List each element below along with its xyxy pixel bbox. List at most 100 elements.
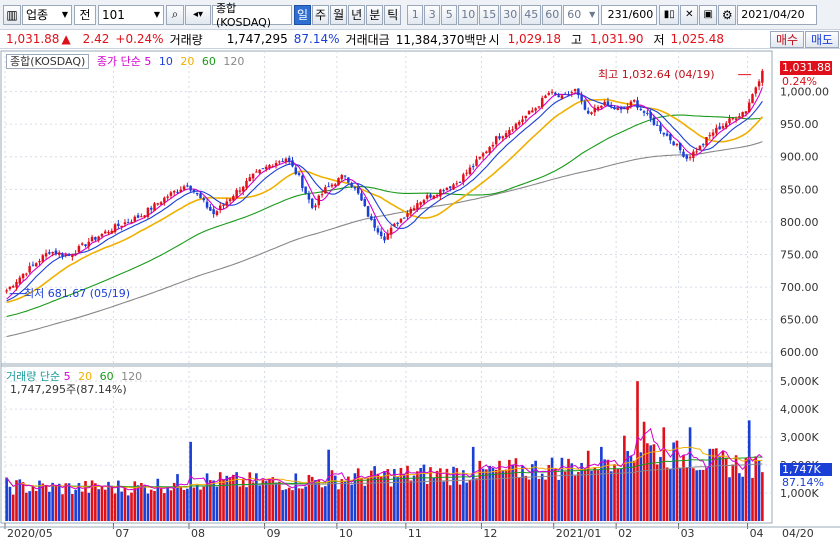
- search-icon[interactable]: ⌕: [166, 4, 184, 25]
- volume-bar: [251, 482, 255, 521]
- bar-count-value: 231: [607, 8, 629, 21]
- candle-body: [521, 119, 524, 122]
- period-month-tab[interactable]: 월: [330, 4, 348, 25]
- candle-body: [169, 192, 173, 196]
- volume-bar: [475, 478, 478, 521]
- month-label: 11: [408, 527, 422, 540]
- candle-body: [570, 92, 574, 94]
- period-minute-tab[interactable]: 분: [366, 4, 384, 25]
- mode-select[interactable]: 전: [74, 4, 96, 25]
- candle-body: [517, 121, 521, 125]
- candle-body: [31, 264, 35, 266]
- candle-body: [514, 123, 518, 129]
- volume-bar: [350, 484, 353, 521]
- candle-body: [491, 144, 495, 147]
- volume-bar: [481, 468, 485, 521]
- save-icon[interactable]: ▣: [699, 4, 718, 25]
- month-label: 02: [618, 527, 632, 540]
- volume-bar: [731, 464, 735, 521]
- candle-body: [669, 134, 672, 141]
- bar-count-input[interactable]: 231 /600: [601, 4, 658, 25]
- volume-bar: [698, 469, 702, 521]
- volume-bar: [494, 469, 498, 521]
- minute-5-button[interactable]: 5: [441, 4, 458, 25]
- candle-body: [146, 208, 150, 217]
- date-input[interactable]: 2021/04/20: [737, 4, 818, 25]
- amount-label: 거래대금: [345, 32, 390, 47]
- candle-body: [452, 184, 455, 190]
- candle-body: [531, 110, 534, 113]
- candle-body: [61, 253, 64, 257]
- candle-body: [593, 107, 597, 113]
- volume-bar: [301, 488, 304, 521]
- volume-bar: [320, 487, 324, 521]
- ma10-legend: 10: [158, 55, 173, 68]
- code-input[interactable]: 101 ▼: [98, 4, 164, 25]
- candle-body: [212, 209, 215, 215]
- candle-type-icon[interactable]: ▮▯: [659, 4, 680, 25]
- minute-1-button[interactable]: 1: [407, 4, 424, 25]
- minute-45-button[interactable]: 45: [521, 4, 542, 25]
- volume-bar: [126, 495, 130, 521]
- minute-select[interactable]: 60 ▼: [563, 4, 600, 25]
- candle-body: [527, 110, 531, 115]
- candle-body: [71, 255, 74, 258]
- chevron-down-icon: ▼: [61, 10, 68, 19]
- volume-bar: [304, 486, 307, 521]
- sell-button[interactable]: 매도: [805, 31, 839, 48]
- volume-bar: [77, 483, 81, 521]
- candle-body: [199, 193, 202, 199]
- volume-bar: [619, 468, 623, 521]
- volume-bar: [34, 490, 38, 521]
- volume-bar: [452, 466, 455, 521]
- candle-body: [701, 144, 705, 146]
- volume-bar: [107, 481, 110, 521]
- candle-body: [738, 116, 741, 118]
- candle-body: [432, 195, 436, 199]
- candle-body: [84, 244, 87, 247]
- minute-30-button[interactable]: 30: [500, 4, 521, 25]
- candle-body: [51, 251, 54, 254]
- minute-60-button[interactable]: 60: [542, 4, 563, 25]
- volume-bar: [527, 479, 531, 521]
- volume-bar: [238, 486, 242, 521]
- crosshair-icon[interactable]: ✕: [680, 4, 699, 25]
- volume-bar: [143, 484, 146, 521]
- market-select[interactable]: 업종 ▼: [22, 4, 72, 25]
- candle-body: [623, 108, 626, 110]
- candle-body: [278, 161, 281, 163]
- volume-bar: [103, 489, 107, 521]
- candle-body: [688, 157, 692, 159]
- candle-body: [583, 101, 587, 110]
- period-tick-tab[interactable]: 틱: [384, 4, 402, 25]
- candle-body: [419, 202, 422, 205]
- volume-bar: [48, 491, 51, 521]
- volume-bar: [741, 476, 744, 521]
- volume-bar: [87, 492, 91, 521]
- candle-body: [708, 135, 712, 137]
- gear-icon[interactable]: ⚙: [718, 4, 737, 25]
- buy-button[interactable]: 매수: [770, 31, 804, 48]
- candle-body: [468, 167, 472, 174]
- volume-bar: [80, 491, 84, 521]
- candle-body: [439, 189, 442, 197]
- candle-body: [314, 205, 317, 208]
- volume-bar: [232, 474, 235, 521]
- candle-body: [166, 196, 169, 198]
- volume-tick-label: 5,000K: [780, 375, 819, 388]
- volume-bar: [402, 473, 406, 521]
- volume-bar: [205, 473, 209, 521]
- period-day-tab[interactable]: 일: [294, 4, 312, 25]
- price-panel-name[interactable]: 종합(KOSDAQ): [6, 54, 90, 69]
- speaker-icon[interactable]: ◂▾: [185, 4, 211, 25]
- period-year-tab[interactable]: 년: [348, 4, 366, 25]
- volume-bar: [8, 486, 12, 521]
- minute-15-button[interactable]: 15: [479, 4, 500, 25]
- volume-bar: [97, 489, 100, 521]
- candle-body: [721, 126, 725, 129]
- chart-settings-icon[interactable]: ▥: [3, 4, 21, 25]
- minute-3-button[interactable]: 3: [424, 4, 441, 25]
- volume-bar: [11, 494, 15, 521]
- minute-10-button[interactable]: 10: [458, 4, 479, 25]
- period-week-tab[interactable]: 주: [312, 4, 330, 25]
